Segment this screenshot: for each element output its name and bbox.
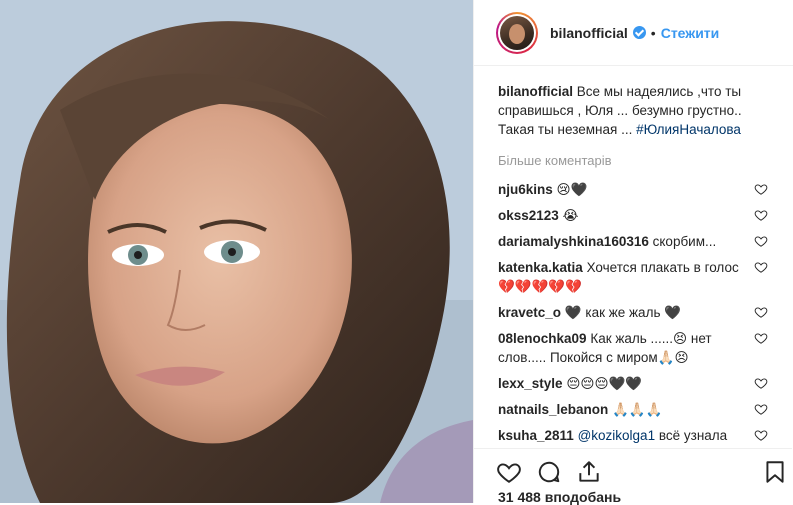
comment-item: katenka.katia Хочется плакать в голос 💔💔… — [498, 258, 768, 296]
post-header: bilanofficial • Стежити — [474, 0, 793, 66]
heart-icon[interactable] — [754, 305, 768, 319]
comment-icon[interactable] — [536, 459, 562, 485]
heart-icon[interactable] — [754, 260, 768, 274]
heart-icon[interactable] — [754, 376, 768, 390]
caption-username[interactable]: bilanofficial — [498, 84, 573, 99]
comment-text: 🖤 как же жаль 🖤 — [564, 305, 682, 320]
post-caption: bilanofficial Все мы надеялись ,что ты с… — [498, 82, 768, 139]
comment-username[interactable]: lexx_style — [498, 376, 563, 391]
comment-username[interactable]: okss2123 — [498, 208, 559, 223]
comment-item: nju6kins 😢🖤 — [498, 180, 768, 199]
comments-list[interactable]: bilanofficial Все мы надеялись ,что ты с… — [474, 66, 792, 446]
comment-item: ksuha_2811 @kozikolga1 всё узнала спасиб… — [498, 426, 768, 446]
portrait-illustration — [0, 0, 473, 503]
comment-username[interactable]: dariamalyshkina160316 — [498, 234, 649, 249]
more-comments-link[interactable]: Більше коментарів — [498, 151, 768, 170]
heart-icon[interactable] — [754, 402, 768, 416]
comment-item: dariamalyshkina160316 скорбим... — [498, 232, 768, 251]
comment-text: 😢🖤 — [556, 182, 588, 197]
share-icon[interactable] — [576, 459, 602, 485]
comment-text: 😔😔😔🖤🖤 — [566, 376, 643, 391]
comment-username[interactable]: kravetc_o — [498, 305, 561, 320]
avatar[interactable] — [496, 11, 538, 54]
post-actions-bar — [474, 448, 792, 489]
comment-item: okss2123 😭 — [498, 206, 768, 225]
heart-icon[interactable] — [754, 182, 768, 196]
comment-item: natnails_lebanon 🙏🏻🙏🏻🙏🏻 — [498, 400, 768, 419]
bookmark-icon[interactable] — [762, 459, 788, 485]
heart-icon[interactable] — [754, 428, 768, 442]
heart-icon[interactable] — [754, 331, 768, 345]
comment-item: lexx_style 😔😔😔🖤🖤 — [498, 374, 768, 393]
comment-text: скорбим... — [652, 234, 717, 249]
separator-dot: • — [650, 24, 656, 41]
comment-item: kravetc_o 🖤 как же жаль 🖤 — [498, 303, 768, 322]
follow-button[interactable]: Стежити — [661, 25, 720, 41]
caption-hashtag[interactable]: #ЮлияНачалова — [636, 122, 741, 137]
heart-icon[interactable] — [754, 208, 768, 222]
comment-item: 08lenochka09 Как жаль ......😣 нет слов..… — [498, 329, 768, 367]
verified-badge-icon — [632, 26, 646, 39]
comment-text: 🙏🏻🙏🏻🙏🏻 — [612, 402, 663, 417]
comment-username[interactable]: nju6kins — [498, 182, 553, 197]
comment-username[interactable]: 08lenochka09 — [498, 331, 587, 346]
post-photo — [0, 0, 473, 503]
comment-text: 😭 — [562, 208, 579, 223]
heart-icon[interactable] — [754, 234, 768, 248]
comment-username[interactable]: ksuha_2811 — [498, 428, 574, 443]
heart-icon[interactable] — [496, 459, 522, 485]
comment-mention[interactable]: @kozikolga1 — [578, 428, 656, 443]
post-side-panel: bilanofficial • Стежити bilanofficial Вс… — [473, 0, 793, 505]
header-username[interactable]: bilanofficial — [550, 25, 628, 41]
comment-username[interactable]: katenka.katia — [498, 260, 583, 275]
comment-username[interactable]: natnails_lebanon — [498, 402, 608, 417]
